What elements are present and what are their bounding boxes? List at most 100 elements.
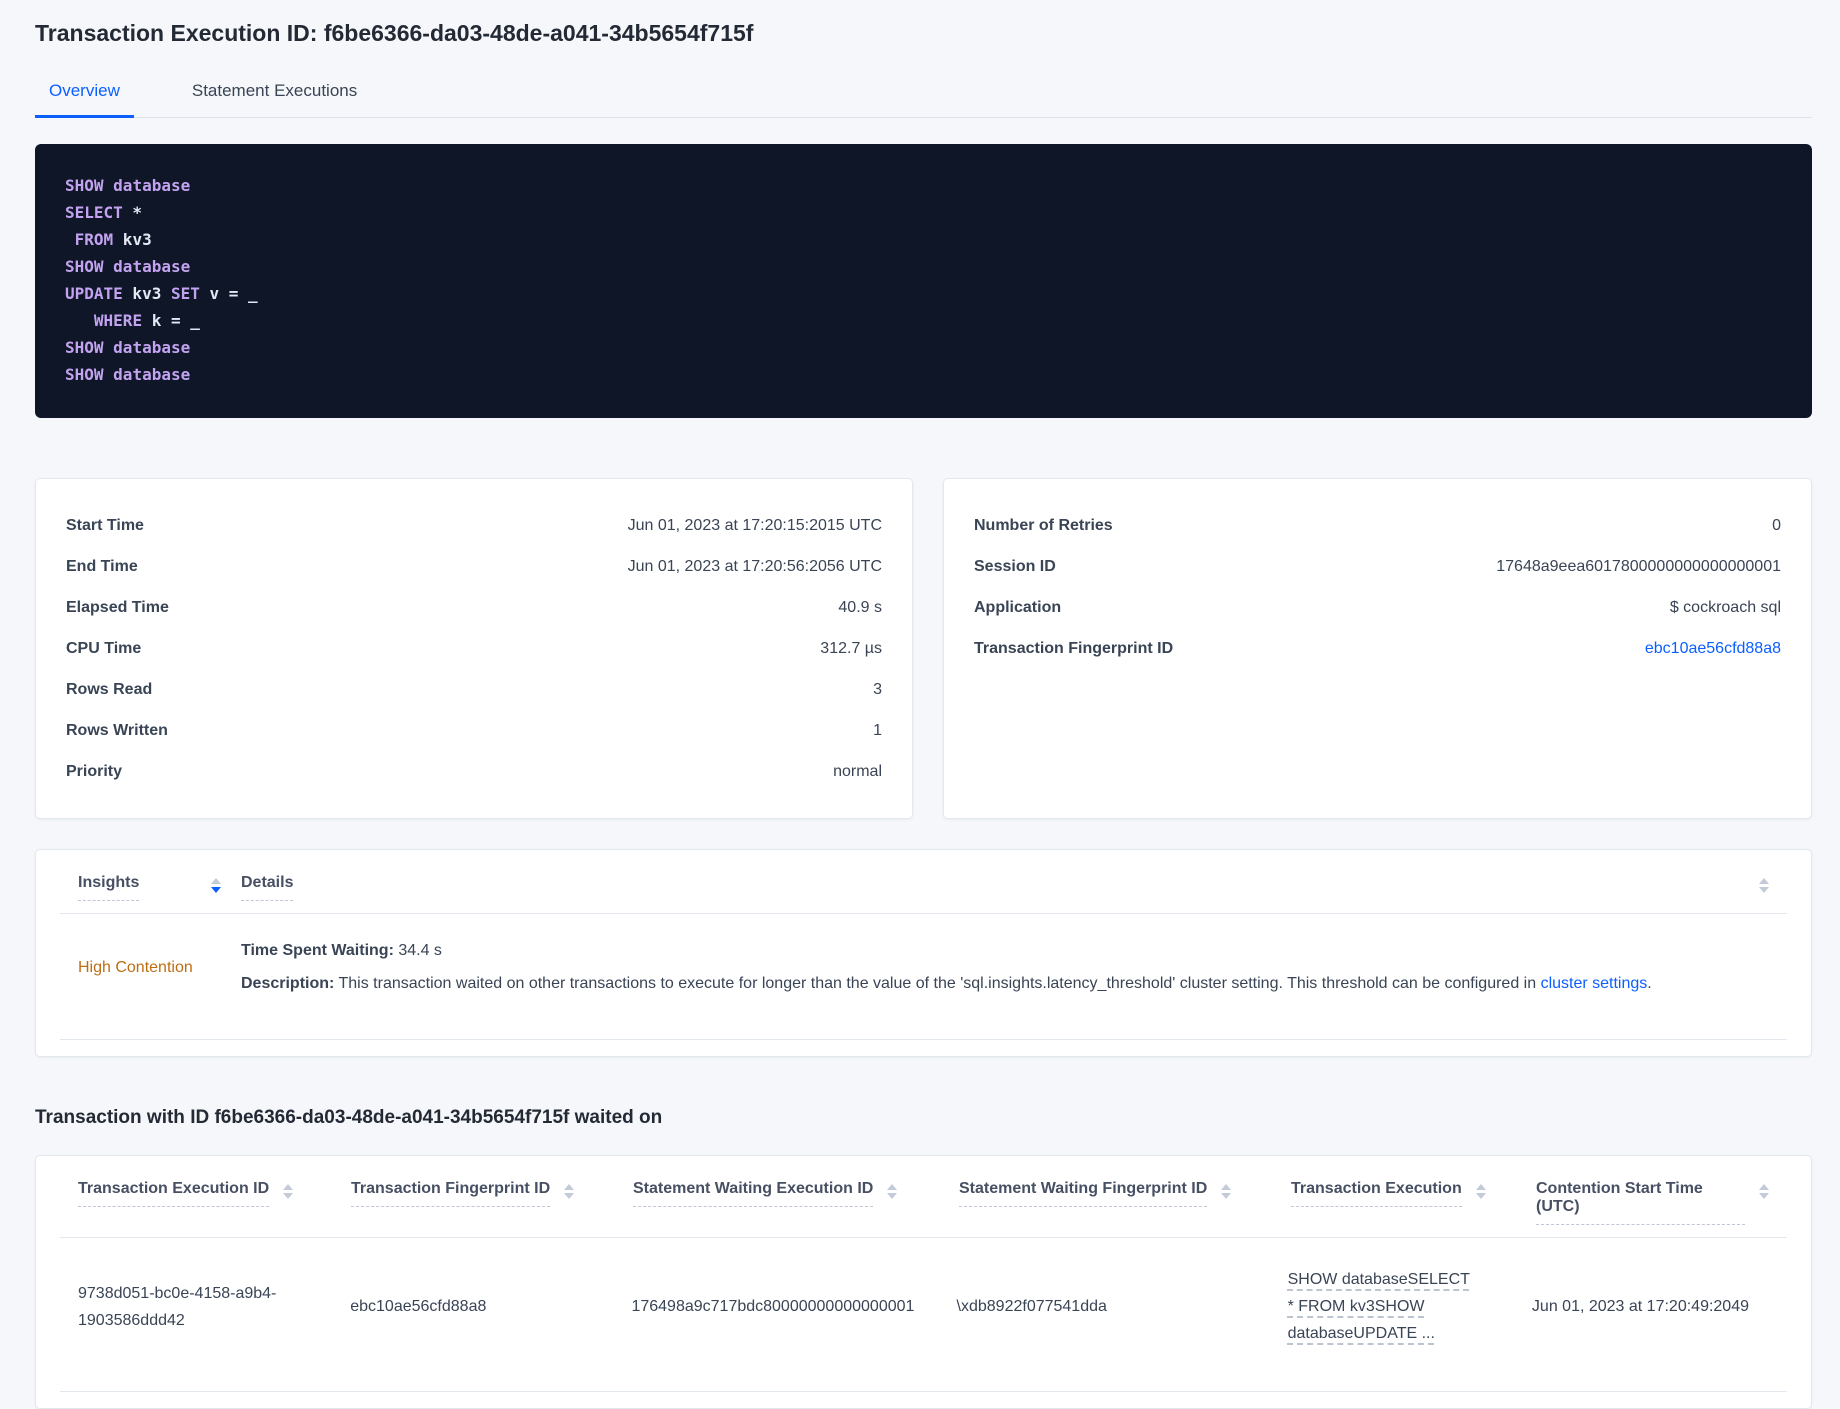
sql-code-line: SHOW database	[65, 365, 191, 384]
sql-code-line: WHERE k = _	[93, 311, 200, 330]
summary-row: CPU Time 312.7 µs	[66, 628, 882, 669]
summary-value: normal	[833, 762, 882, 780]
tab-bar: Overview Statement Executions	[35, 71, 1812, 118]
summary-value: 0	[1772, 516, 1781, 534]
cell-statement-waiting-execution-id: 176498a9c717bdc80000000000000001	[631, 1298, 915, 1315]
summary-value: 1	[873, 721, 882, 739]
column-header-transaction-execution-id[interactable]: Transaction Execution ID	[78, 1180, 351, 1207]
sql-code-line: SHOW database	[65, 257, 191, 276]
summary-label: Priority	[66, 762, 123, 780]
sql-code-line: FROM kv3	[74, 230, 152, 249]
tab-statement-executions[interactable]: Statement Executions	[178, 71, 371, 117]
summary-label: Session ID	[974, 557, 1056, 575]
transaction-fingerprint-id-link[interactable]: ebc10ae56cfd88a8	[1645, 640, 1781, 658]
sort-icon-statement-waiting-fingerprint-id[interactable]	[1221, 1184, 1232, 1199]
sql-code-line: SELECT *	[65, 203, 143, 222]
cell-transaction-execution-id: 9738d051-bc0e-4158-a9b4-1903586ddd42	[78, 1284, 277, 1329]
summary-row: End Time Jun 01, 2023 at 17:20:56:2056 UT…	[66, 546, 882, 587]
summary-label: Application	[974, 598, 1062, 616]
page: Transaction Execution ID: f6be6366-da03-…	[0, 20, 1840, 1409]
sql-code-line: UPDATE kv3 SET v = _	[65, 284, 258, 303]
summary-cards-row: Start Time Jun 01, 2023 at 17:20:15:2015 …	[35, 478, 1812, 819]
summary-label: CPU Time	[66, 639, 142, 657]
column-header-statement-waiting-execution-id[interactable]: Statement Waiting Execution ID	[633, 1180, 959, 1207]
description-label: Description:	[241, 975, 335, 992]
sql-statements-box: SHOW database SELECT * FROM kv3 SHOW datab…	[35, 144, 1812, 418]
waited-on-heading: Transaction with ID f6be6366-da03-48de-a…	[35, 1107, 663, 1128]
description-text: This transaction waited on other transac…	[334, 975, 1541, 992]
divider	[60, 1039, 1787, 1040]
details-column-label: Details	[241, 874, 294, 901]
cell-transaction-fingerprint-id: ebc10ae56cfd88a8	[350, 1298, 487, 1315]
summary-row: Rows Read 3	[66, 669, 882, 710]
column-label: Transaction Execution ID	[78, 1180, 270, 1207]
column-label: Statement Waiting Fingerprint ID	[959, 1180, 1208, 1207]
insight-details-cell: Time Spent Waiting: 34.4 s Description: …	[241, 940, 1769, 995]
cell-transaction-execution: SHOW databaseSELECT * FROM kv3SHOW datab…	[1288, 1266, 1532, 1347]
insights-column-label: Insights	[78, 874, 140, 901]
time-spent-waiting: Time Spent Waiting: 34.4 s	[241, 940, 1769, 962]
insight-row: High Contention Time Spent Waiting: 34.4…	[36, 914, 1811, 1027]
summary-value: Jun 01, 2023 at 17:20:56:2056 UTC	[627, 557, 882, 575]
summary-label: Elapsed Time	[66, 598, 169, 616]
insight-description: Description: This transaction waited on …	[241, 973, 1769, 995]
summary-row: Priority normal	[66, 751, 882, 792]
sort-icon-transaction-fingerprint-id[interactable]	[564, 1184, 575, 1199]
divider	[60, 1391, 1787, 1392]
tab-overview[interactable]: Overview	[35, 71, 134, 118]
insight-type-label: High Contention	[78, 958, 193, 976]
insights-table-card: Insights Details High Contention Time Sp…	[35, 849, 1812, 1057]
summary-label: Rows Read	[66, 680, 153, 698]
summary-label: Rows Written	[66, 721, 168, 739]
summary-value: $ cockroach sql	[1669, 598, 1781, 616]
summary-value: 17648a9eea6017800000000000000001	[1496, 557, 1781, 575]
summary-row: Elapsed Time 40.9 s	[66, 587, 882, 628]
cell-contention-start-time: Jun 01, 2023 at 17:20:49:2049	[1531, 1298, 1749, 1315]
waited-on-row: 9738d051-bc0e-4158-a9b4-1903586ddd42 ebc…	[36, 1238, 1811, 1379]
description-period: .	[1647, 975, 1652, 992]
summary-row: Start Time Jun 01, 2023 at 17:20:15:2015 …	[66, 505, 882, 546]
cluster-settings-link[interactable]: cluster settings	[1541, 975, 1648, 992]
time-spent-waiting-label: Time Spent Waiting:	[241, 942, 394, 959]
summary-row: Rows Written 1	[66, 710, 882, 751]
execution-attributes-card: Number of Retries 0 Session ID 17648a9eea60…	[943, 478, 1812, 819]
summary-label: Transaction Fingerprint ID	[974, 639, 1174, 657]
sort-icon-transaction-execution-id[interactable]	[283, 1184, 294, 1199]
sort-icon-contention-start-time[interactable]	[1759, 1184, 1769, 1199]
column-label: Transaction Execution	[1291, 1180, 1462, 1207]
page-title: Transaction Execution ID: f6be6366-da03-…	[35, 20, 754, 46]
column-header-transaction-execution[interactable]: Transaction Execution	[1291, 1180, 1536, 1207]
cell-statement-waiting-fingerprint-id: \xdb8922f077541dda	[956, 1298, 1107, 1315]
sort-icon-details[interactable]	[1759, 878, 1769, 893]
sql-code-line: SHOW database	[65, 338, 191, 357]
summary-value: 312.7 µs	[820, 639, 882, 657]
column-label: Transaction Fingerprint ID	[351, 1180, 551, 1207]
insights-table-header: Insights Details	[36, 874, 1811, 901]
summary-label: Number of Retries	[974, 516, 1113, 534]
summary-value: 3	[873, 680, 882, 698]
waited-on-table-header: Transaction Execution ID Transaction Fin…	[36, 1180, 1811, 1225]
column-header-transaction-fingerprint-id[interactable]: Transaction Fingerprint ID	[351, 1180, 633, 1207]
sort-icon-transaction-execution[interactable]	[1475, 1184, 1486, 1199]
summary-row: Transaction Fingerprint ID ebc10ae56cfd88…	[974, 628, 1781, 669]
summary-label: End Time	[66, 557, 138, 575]
time-spent-waiting-value: 34.4 s	[393, 942, 442, 959]
summary-label: Start Time	[66, 516, 144, 534]
column-header-details[interactable]: Details	[241, 874, 294, 901]
waited-on-table-card: Transaction Execution ID Transaction Fin…	[35, 1155, 1812, 1409]
sort-icon-insights[interactable]	[211, 878, 221, 893]
column-header-insights[interactable]: Insights	[78, 874, 241, 901]
sql-code-line: SHOW database	[65, 176, 191, 195]
summary-row: Session ID 17648a9eea60178000000000000000…	[974, 546, 1781, 587]
column-header-statement-waiting-fingerprint-id[interactable]: Statement Waiting Fingerprint ID	[959, 1180, 1291, 1207]
sort-icon-statement-waiting-execution-id[interactable]	[887, 1184, 898, 1199]
execution-summary-card: Start Time Jun 01, 2023 at 17:20:15:2015 …	[35, 478, 913, 819]
transaction-execution-link[interactable]: SHOW databaseSELECT * FROM kv3SHOW datab…	[1288, 1266, 1478, 1347]
summary-row: Application $ cockroach sql	[974, 587, 1781, 628]
summary-row: Number of Retries 0	[974, 505, 1781, 546]
column-header-contention-start-time[interactable]: Contention Start Time (UTC)	[1536, 1180, 1769, 1225]
column-label: Statement Waiting Execution ID	[633, 1180, 874, 1207]
summary-value: 40.9 s	[838, 598, 882, 616]
column-label: Contention Start Time (UTC)	[1536, 1180, 1745, 1225]
summary-value: Jun 01, 2023 at 17:20:15:2015 UTC	[627, 516, 882, 534]
